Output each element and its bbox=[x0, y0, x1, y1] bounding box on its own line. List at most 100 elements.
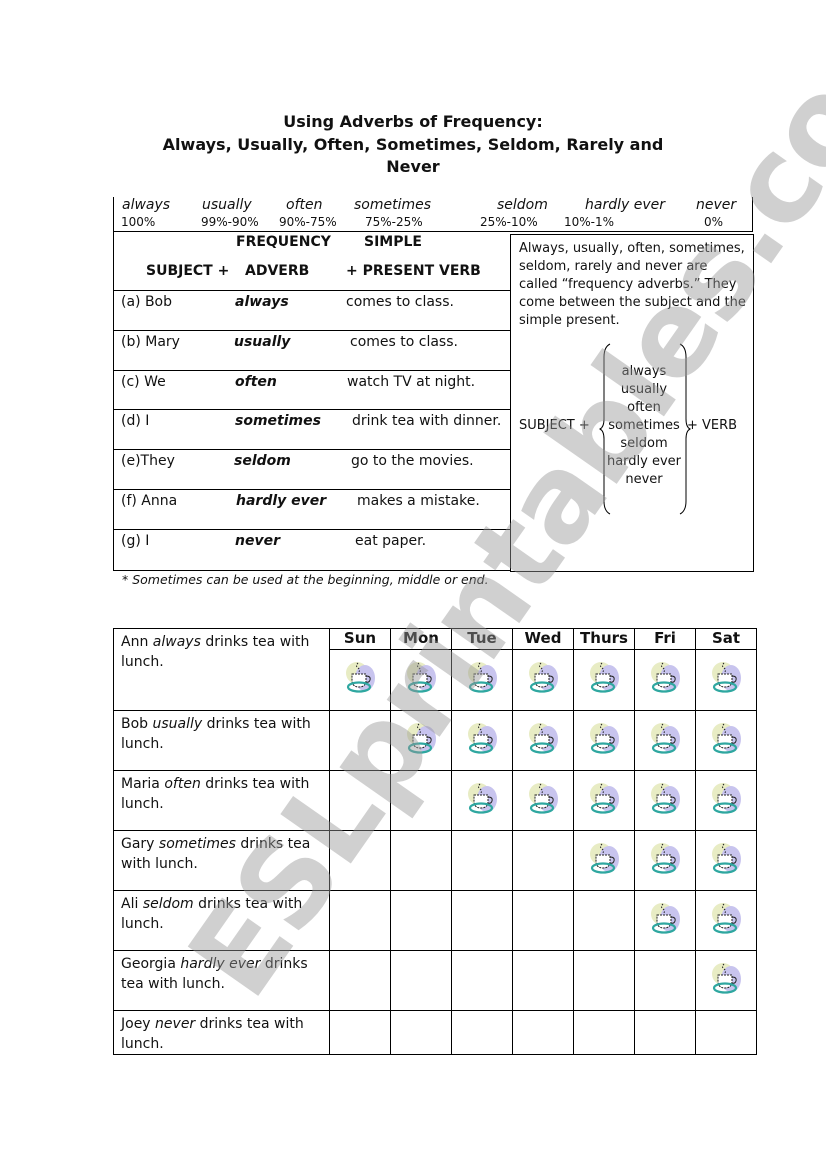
scale-word: never bbox=[696, 197, 737, 213]
sentence-rest: drinks bbox=[264, 956, 308, 972]
table-row: Maria often drinks tea with lunch. bbox=[113, 770, 757, 831]
day-cell bbox=[451, 890, 513, 951]
day-cell bbox=[695, 770, 757, 831]
grammar-table: FREQUENCY SIMPLE SUBJECT + ADVERB + PRES… bbox=[113, 232, 510, 571]
day-cell bbox=[451, 710, 513, 771]
day-cell bbox=[634, 950, 696, 1011]
table-row: (b) Mary usually comes to class. bbox=[114, 330, 510, 370]
sentence-rest: lunch. bbox=[121, 736, 164, 752]
person-name: Ann bbox=[121, 634, 149, 650]
day-header: Tue bbox=[451, 628, 513, 650]
person-name: Georgia bbox=[121, 956, 176, 972]
sentence-rest: drinks tea bbox=[240, 836, 311, 852]
teacup-icon bbox=[526, 721, 560, 755]
sentence-cell: Ann always drinks tea with lunch. bbox=[113, 628, 330, 711]
explanation-box: Always, usually, often, sometimes, seldo… bbox=[510, 234, 754, 572]
day-cell bbox=[451, 1010, 513, 1055]
day-header: Wed bbox=[512, 628, 574, 650]
day-cell bbox=[695, 1010, 757, 1055]
day-cell bbox=[451, 649, 513, 711]
table-row: Ali seldom drinks tea with lunch. bbox=[113, 890, 757, 951]
row-adverb: often bbox=[235, 374, 277, 390]
row-subject: (c) We bbox=[121, 374, 166, 390]
table-row: Joey never drinks tea with lunch. bbox=[113, 1010, 757, 1055]
adverb-list-item: always bbox=[621, 364, 667, 379]
scale-percent: 100% bbox=[121, 215, 156, 229]
row-adverb: never bbox=[235, 533, 280, 549]
sentence-cell: Ali seldom drinks tea with lunch. bbox=[113, 890, 330, 951]
day-cell bbox=[573, 770, 635, 831]
table-row: (c) We often watch TV at night. bbox=[114, 370, 510, 410]
row-adverb: seldom bbox=[234, 453, 291, 469]
table-row: (g) I never eat paper. bbox=[114, 529, 510, 569]
adverb-list-item: seldom bbox=[620, 436, 668, 451]
sentence-rest: drinks tea with bbox=[198, 896, 303, 912]
row-subject: (b) Mary bbox=[121, 334, 180, 350]
weekly-tea-table: Ann always drinks tea with lunch. Sun Mon Tu… bbox=[113, 628, 757, 1055]
day-header: Sat bbox=[695, 628, 757, 650]
day-cell bbox=[695, 649, 757, 711]
row-subject: (g) I bbox=[121, 533, 150, 549]
day-cell bbox=[451, 950, 513, 1011]
teacup-icon bbox=[648, 721, 682, 755]
row-adverb: usually bbox=[234, 334, 291, 350]
scale-word: hardly ever bbox=[585, 197, 665, 213]
teacup-icon bbox=[648, 660, 682, 694]
teacup-icon bbox=[709, 901, 743, 935]
header-adverb: ADVERB bbox=[245, 263, 310, 279]
scale-percent: 99%-90% bbox=[201, 215, 259, 229]
scale-percent: 25%-10% bbox=[480, 215, 538, 229]
teacup-icon bbox=[709, 781, 743, 815]
sentence-rest: with lunch. bbox=[121, 856, 198, 872]
table-row: (d) I sometimes drink tea with dinner. bbox=[114, 409, 510, 449]
row-adverb: always bbox=[235, 294, 289, 310]
row-verb: watch TV at night. bbox=[347, 374, 476, 390]
sentence-cell: Bob usually drinks tea with lunch. bbox=[113, 710, 330, 771]
scale-word: usually bbox=[202, 197, 252, 213]
row-subject: (a) Bob bbox=[121, 294, 173, 310]
teacup-icon bbox=[526, 781, 560, 815]
teacup-icon bbox=[404, 721, 438, 755]
row-subject: (d) I bbox=[121, 413, 150, 429]
person-name: Joey bbox=[121, 1016, 151, 1032]
day-cell bbox=[573, 1010, 635, 1055]
day-cell bbox=[329, 1010, 391, 1055]
day-cell bbox=[512, 649, 574, 711]
teacup-icon bbox=[709, 961, 743, 995]
day-cell bbox=[573, 890, 635, 951]
header-frequency: FREQUENCY bbox=[236, 234, 331, 250]
row-verb: makes a mistake. bbox=[357, 493, 480, 509]
title-line-2: Always, Usually, Often, Sometimes, Seldo… bbox=[162, 134, 664, 177]
adverb-list-item: hardly ever bbox=[606, 454, 682, 469]
row-subject: (e)They bbox=[121, 453, 175, 469]
scale-word: seldom bbox=[497, 197, 548, 213]
explanation-text: Always, usually, often, sometimes, seldo… bbox=[519, 241, 746, 328]
day-cell bbox=[695, 830, 757, 891]
day-cell bbox=[329, 649, 391, 711]
day-cell bbox=[329, 830, 391, 891]
sentence-rest: tea with lunch. bbox=[121, 976, 225, 992]
teacup-icon bbox=[587, 781, 621, 815]
person-name: Ali bbox=[121, 896, 139, 912]
person-name: Gary bbox=[121, 836, 155, 852]
table-row: Georgia hardly ever drinks tea with lunch… bbox=[113, 950, 757, 1011]
day-header: Fri bbox=[634, 628, 696, 650]
frequency-adverb: always bbox=[152, 634, 201, 650]
sentence-rest: lunch. bbox=[121, 1036, 164, 1052]
sentence-cell: Joey never drinks tea with lunch. bbox=[113, 1010, 330, 1055]
scale-percent: 10%-1% bbox=[564, 215, 615, 229]
day-cell bbox=[695, 710, 757, 771]
day-cell bbox=[512, 890, 574, 951]
teacup-icon bbox=[465, 781, 499, 815]
frequency-scale: always 100% usually 99%-90% often 90%-75… bbox=[113, 197, 753, 232]
day-header: Mon bbox=[390, 628, 452, 650]
day-cell bbox=[634, 710, 696, 771]
row-verb: comes to class. bbox=[350, 334, 458, 350]
day-cell bbox=[634, 1010, 696, 1055]
adverb-list-item: never bbox=[625, 472, 663, 487]
day-cell bbox=[512, 770, 574, 831]
table-row: (e)They seldom go to the movies. bbox=[114, 449, 510, 489]
header-present-verb: + PRESENT VERB bbox=[346, 263, 481, 279]
day-cell bbox=[451, 770, 513, 831]
sentence-rest: drinks tea with bbox=[205, 776, 310, 792]
